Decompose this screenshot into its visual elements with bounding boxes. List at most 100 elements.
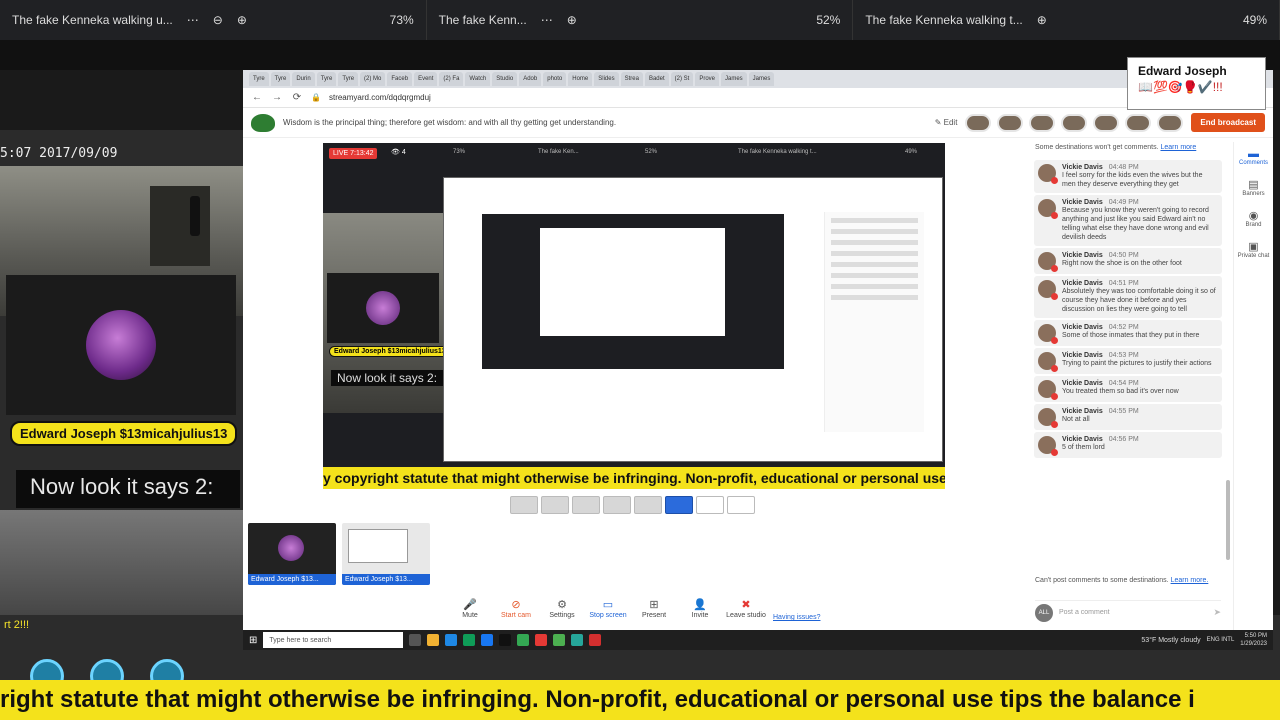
facebook-icon[interactable] (481, 634, 494, 646)
more-icon[interactable]: ⋯ (541, 13, 553, 27)
layout-screen[interactable] (634, 496, 662, 514)
app-icon[interactable] (553, 634, 566, 646)
guest-avatar[interactable] (1157, 113, 1184, 132)
guest-avatar[interactable] (965, 113, 992, 132)
browser-tab[interactable]: Adob (519, 72, 542, 86)
edit-button[interactable]: ✎ Edit (935, 118, 958, 127)
rail-brand[interactable]: ◉ Brand (1234, 203, 1273, 234)
comment-item[interactable]: Vickie Davis 04:53 PM Trying to paint the … (1034, 348, 1222, 374)
browser-tab[interactable]: photo (543, 72, 567, 86)
invite-button[interactable]: 👤 Invite (683, 598, 717, 619)
browser-tab[interactable]: Home (568, 72, 593, 86)
guest-avatar[interactable] (997, 113, 1024, 132)
app-icon[interactable] (571, 634, 584, 646)
guest-avatar[interactable] (1029, 113, 1056, 132)
zoom-in-icon[interactable]: ⊕ (1037, 13, 1047, 27)
start-cam-button[interactable]: ⊘ Start cam (499, 598, 533, 619)
tiktok-icon[interactable] (499, 634, 512, 646)
layout-group[interactable] (541, 496, 569, 514)
browser-tab[interactable]: Tyre (316, 72, 337, 86)
edge-icon[interactable] (463, 634, 476, 646)
stop-screen-button[interactable]: ▭ Stop screen (589, 598, 626, 619)
guest-avatar[interactable] (1061, 113, 1088, 132)
comment-item[interactable]: Vickie Davis 04:52 PM Some of those inmate… (1034, 320, 1222, 346)
lower-video (0, 510, 243, 620)
browser-tab[interactable]: Studio (492, 72, 518, 86)
mute-button[interactable]: 🎤 Mute (453, 598, 487, 619)
task-view-icon[interactable] (409, 634, 422, 646)
file-explorer-icon[interactable] (427, 634, 440, 646)
studio-motto: Wisdom is the principal thing; therefore… (283, 118, 617, 127)
app-icon[interactable] (589, 634, 602, 646)
end-broadcast-button[interactable]: End broadcast (1191, 113, 1265, 132)
browser-tab[interactable]: (2) St (670, 72, 694, 86)
forward-icon[interactable]: → (271, 92, 283, 103)
learn-more-link[interactable]: Learn more (1160, 144, 1196, 151)
taskbar-search[interactable]: Type here to search (263, 632, 404, 648)
comment-item[interactable]: Vickie Davis 04:48 PM I feel sorry for the… (1034, 160, 1222, 193)
layout-pip[interactable] (665, 496, 693, 514)
comment-item[interactable]: Vickie Davis 04:55 PM Not at all (1034, 404, 1222, 430)
browser-tab[interactable]: Strea (620, 72, 643, 86)
guest-avatar[interactable] (1093, 113, 1120, 132)
browser-tab[interactable]: Tyre (249, 72, 269, 86)
browser-tab[interactable]: Tyre (338, 72, 359, 86)
browser-tab[interactable]: Badet (644, 72, 669, 86)
chrome-icon[interactable] (517, 634, 530, 646)
browser-tab[interactable]: Tyre (270, 72, 291, 86)
present-button[interactable]: ⊞ Present (637, 598, 671, 619)
guest-avatar[interactable] (1125, 113, 1152, 132)
rail-comments[interactable]: ▬ Comments (1234, 142, 1273, 172)
browser-tab[interactable]: (2) Fa (439, 72, 464, 86)
comment-item[interactable]: Vickie Davis 04:49 PM Because you know the… (1034, 195, 1222, 246)
windows-start-icon[interactable]: ⊞ (249, 635, 257, 646)
url-field[interactable]: streamyard.com/dqdqrgmduj (329, 93, 431, 102)
zoom-in-icon[interactable]: ⊕ (237, 13, 247, 27)
comment-item[interactable]: Vickie Davis 04:50 PM Right now the shoe i… (1034, 248, 1222, 274)
browser-tab[interactable]: Faceb (387, 72, 413, 86)
browser-tab[interactable]: Durin (292, 72, 315, 86)
youtube-icon[interactable] (535, 634, 548, 646)
outer-window-2[interactable]: The fake Kenn... ⋯ ⊕ 52% (427, 0, 854, 40)
layout-cinema[interactable] (696, 496, 724, 514)
layout-leader[interactable] (603, 496, 631, 514)
weather-widget[interactable]: 53°F Mostly cloudy (1141, 637, 1200, 644)
outer-window-3[interactable]: The fake Kenneka walking t... ⊕ 49% (853, 0, 1280, 40)
reload-icon[interactable]: ⟳ (291, 92, 303, 103)
zoom-in-icon[interactable]: ⊕ (567, 13, 577, 27)
browser-tab[interactable]: Prove (695, 72, 719, 86)
having-issues-link[interactable]: Having issues? (773, 614, 820, 621)
comment-item[interactable]: Vickie Davis 04:51 PM Absolutely they was … (1034, 276, 1222, 318)
settings-button[interactable]: ⚙ Settings (545, 598, 579, 619)
camera-thumbnail[interactable]: Edward Joseph $13... (248, 523, 336, 585)
mail-icon[interactable] (445, 634, 458, 646)
zoom-out-icon[interactable]: ⊖ (213, 13, 223, 27)
rail-private-chat[interactable]: ▣ Private chat (1234, 234, 1273, 265)
outer-window-1[interactable]: The fake Kenneka walking u... ⋯ ⊖ ⊕ 73% (0, 0, 427, 40)
browser-tab[interactable]: Slides (594, 72, 619, 86)
browser-tab[interactable]: James (748, 72, 775, 86)
layout-cropped[interactable] (572, 496, 600, 514)
control-label: Start cam (501, 612, 531, 619)
back-icon[interactable]: ← (251, 92, 263, 103)
leave-studio-button[interactable]: ✖ Leave studio (726, 598, 766, 619)
comment-item[interactable]: Vickie Davis 04:56 PM 5 of them lord (1034, 432, 1222, 458)
destination-chip[interactable]: ALL (1035, 603, 1053, 622)
comment-body: Vickie Davis 04:55 PM Not at all (1062, 408, 1218, 426)
chat-scrollbar[interactable] (1226, 480, 1230, 560)
tray-language[interactable]: ENG INTL (1207, 636, 1235, 644)
browser-tab[interactable]: James (721, 72, 747, 86)
more-icon[interactable]: ⋯ (187, 13, 199, 27)
browser-tab[interactable]: (2) Mo (360, 72, 386, 86)
comment-input[interactable]: Post a comment (1059, 609, 1207, 616)
layout-solo[interactable] (510, 496, 538, 514)
comment-item[interactable]: Vickie Davis 04:54 PM You treated them so … (1034, 376, 1222, 402)
browser-tab[interactable]: Event (414, 72, 438, 86)
learn-more-link[interactable]: Learn more. (1171, 577, 1209, 584)
layout-blank[interactable] (727, 496, 755, 514)
tray-clock[interactable]: 5:50 PM 1/29/2023 (1240, 632, 1267, 648)
send-icon[interactable]: ➤ (1213, 607, 1221, 618)
browser-tab[interactable]: Watch (465, 72, 491, 86)
rail-banners[interactable]: ▤ Banners (1234, 172, 1273, 203)
screen-thumbnail[interactable]: Edward Joseph $13... (342, 523, 430, 585)
